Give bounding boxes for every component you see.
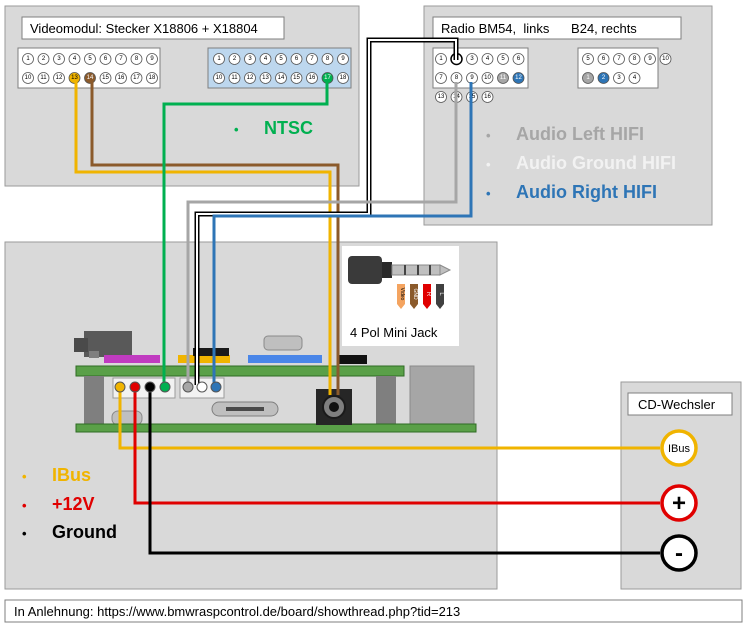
radio-left-connector-housing — [432, 47, 529, 89]
video-left-connector-pin-11-label: 11 — [40, 75, 47, 81]
audio-left-bullet: • — [486, 128, 491, 143]
video-right-connector-pin-14-label: 14 — [278, 75, 285, 81]
video-right-connector-pin-17-label: 17 — [324, 75, 331, 81]
blue-header — [248, 355, 322, 363]
video-left-connector-pin-14-label: 14 — [87, 75, 94, 81]
video-left-connector-pin-15-label: 15 — [102, 75, 109, 81]
video-left-connector-pin-18-label: 18 — [149, 75, 156, 81]
radio-left-connector-pin-13-label: 13 — [438, 94, 445, 100]
audio-ground-label: Audio Ground HIFI — [516, 153, 676, 173]
audio-ground-bullet: • — [486, 157, 491, 172]
jack-plug-sleeve — [391, 264, 441, 276]
side-box — [409, 365, 475, 427]
plus-terminal-label: + — [672, 490, 686, 517]
tag-r — [423, 284, 431, 309]
video-module-title: Videomodul: Stecker X18806 + X18804 — [30, 21, 258, 36]
mini-jack-box: Video GND R L 4 Pol Mini Jack — [342, 246, 459, 346]
cd-changer-terminals: IBus + - — [660, 429, 698, 572]
terminal-audio-ground — [196, 381, 208, 393]
video-right-connector-pin-15-label: 15 — [293, 75, 300, 81]
plus12v-legend-label: +12V — [52, 494, 95, 514]
audio-right-bullet: • — [486, 186, 491, 201]
radio-left-connector-pin-12-label: 12 — [515, 75, 522, 81]
terminal-audio-left — [182, 381, 194, 393]
plus12v-bullet: • — [22, 498, 27, 513]
tag-gnd-label: GND — [412, 288, 418, 300]
video-right-connector-pin-10-label: 10 — [216, 75, 223, 81]
video-right-connector-pin-18-label: 18 — [340, 75, 347, 81]
terminal-ibus — [114, 381, 126, 393]
video-left-connector-pin-10-label: 10 — [25, 75, 32, 81]
video-right-connector-pin-12-label: 12 — [247, 75, 254, 81]
terminal-dots — [114, 381, 222, 393]
purple-header — [104, 355, 160, 363]
oval-component — [263, 335, 303, 351]
radio-left-connector-pin-10-label: 10 — [484, 75, 491, 81]
radio-title: Radio BM54, links B24, rechts — [441, 21, 637, 36]
ground-bullet: • — [22, 526, 27, 541]
jack-plug-collar — [382, 262, 392, 278]
ibus-terminal-label: IBus — [668, 443, 691, 455]
video-left-connector-pin-13-label: 13 — [71, 75, 78, 81]
minus-terminal-label: - — [675, 540, 683, 567]
mini-jack-label: 4 Pol Mini Jack — [350, 325, 438, 340]
ntsc-bullet: • — [234, 122, 239, 137]
ntsc-label: NTSC — [264, 118, 313, 138]
terminal-ground — [144, 381, 156, 393]
standoff-right — [376, 376, 396, 424]
audio-right-label: Audio Right HIFI — [516, 182, 657, 202]
wiring-diagram: Videomodul: Stecker X18806 + X18804 Radi… — [4, 5, 743, 623]
terminal-ntsc — [159, 381, 171, 393]
audio-left-label: Audio Left HIFI — [516, 124, 644, 144]
cd-changer-title: CD-Wechsler — [638, 397, 716, 412]
footer-text: In Anlehnung: https://www.bmwraspcontrol… — [14, 604, 460, 619]
ibus-legend-label: IBus — [52, 465, 91, 485]
radio-right-connector: 5 6 7 8 9 101 2 3 4 — [577, 47, 672, 89]
black-header — [337, 355, 367, 364]
jack-plug-body — [348, 256, 382, 284]
yellow-header — [178, 355, 230, 363]
standoff-left — [84, 376, 104, 424]
ibus-bullet: • — [22, 469, 27, 484]
radio-left-connector-pin-11-label: 11 — [500, 75, 507, 81]
video-left-connector-pin-17-label: 17 — [133, 75, 140, 81]
terminal-plus12v — [129, 381, 141, 393]
radio-left-connector-pin-16-label: 16 — [484, 94, 491, 100]
video-right-connector-pin-13-label: 13 — [262, 75, 269, 81]
video-right-connector-pin-16-label: 16 — [309, 75, 316, 81]
radio-right-connector-pin-10-label: 10 — [662, 56, 669, 62]
video-left-connector: 1 2 3 4 5 6 7 8 910 11 12 13 14 15 16 17 18 — [17, 47, 161, 89]
terminal-audio-right — [210, 381, 222, 393]
video-right-connector-pin-11-label: 11 — [231, 75, 238, 81]
video-left-connector-pin-16-label: 16 — [118, 75, 125, 81]
tag-video-label: Video — [399, 288, 405, 301]
tag-l — [436, 284, 444, 309]
video-right-connector: 1 2 3 4 5 6 7 8 910 11 12 13 14 15 16 17 18 — [207, 47, 352, 89]
pcb-top — [75, 365, 405, 377]
ground-legend-label: Ground — [52, 522, 117, 542]
tag-r-label: R — [425, 292, 431, 297]
video-left-connector-pin-12-label: 12 — [56, 75, 63, 81]
